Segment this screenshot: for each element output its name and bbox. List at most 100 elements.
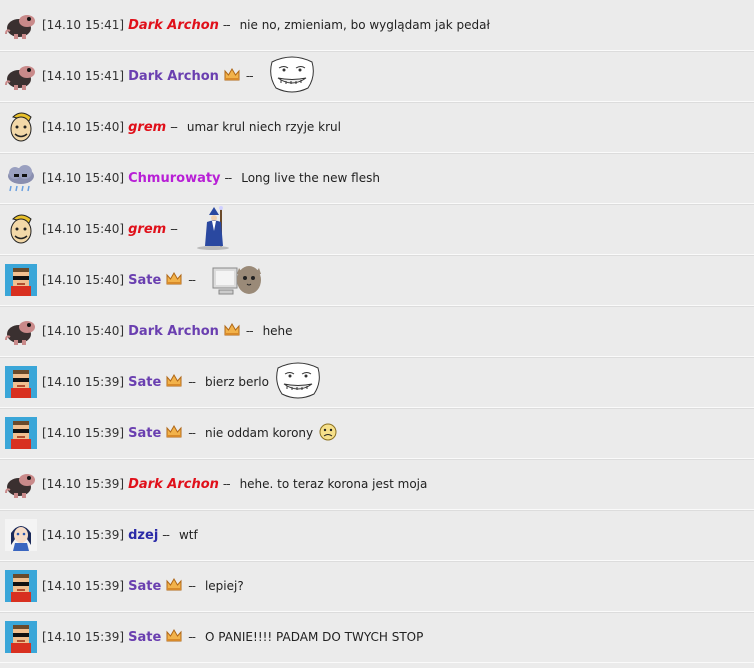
cloud-avatar[interactable] <box>5 162 37 194</box>
user-nick-link[interactable]: Dark Archon <box>128 324 219 339</box>
crown-icon <box>166 629 182 645</box>
message-text: nie oddam korony <box>204 426 314 440</box>
message-text: O PANIE!!!! PADAM DO TWYCH STOP <box>204 630 424 644</box>
pixel-sunglasses-avatar[interactable] <box>5 264 37 296</box>
message-text: wtf <box>178 528 198 542</box>
crown-icon <box>224 323 240 339</box>
message-timestamp: [14.10 15:40] <box>42 273 125 287</box>
worried-smiley-emote <box>319 423 337 444</box>
message-separator: -- <box>222 18 231 32</box>
message-line: [14.10 15:40] Chmurowaty -- Long live th… <box>42 153 380 203</box>
message-timestamp: [14.10 15:39] <box>42 579 125 593</box>
message-separator: -- <box>222 477 231 491</box>
message-text: hehe. to teraz korona jest moja <box>239 477 428 491</box>
message-separator: -- <box>162 528 170 542</box>
message-separator: -- <box>188 426 196 440</box>
message-text: nie no, zmieniam, bo wyglądam jak pedał <box>239 18 490 32</box>
message-timestamp: [14.10 15:39] <box>42 477 125 491</box>
message-line: [14.10 15:39] dzej -- wtf <box>42 510 198 560</box>
message-separator: -- <box>245 324 254 338</box>
user-nick-link[interactable]: Sate <box>128 630 161 645</box>
chat-log: [14.10 15:41] Dark Archon -- nie no, zmi… <box>0 0 754 663</box>
message-separator: -- <box>188 273 196 287</box>
mole-avatar[interactable] <box>5 9 37 41</box>
message-timestamp: [14.10 15:40] <box>42 120 125 134</box>
chat-message: [14.10 15:40] grem -- umar krul niech rz… <box>0 102 754 153</box>
user-nick-link[interactable]: Dark Archon <box>128 477 219 492</box>
chat-message: [14.10 15:40] grem -- <box>0 204 754 255</box>
pixel-sunglasses-avatar[interactable] <box>5 417 37 449</box>
message-timestamp: [14.10 15:40] <box>42 222 125 236</box>
chat-message: [14.10 15:40] Sate -- <box>0 255 754 306</box>
message-text: bierz berlo <box>204 375 269 389</box>
user-nick-link[interactable]: Sate <box>128 579 161 594</box>
message-line: [14.10 15:41] Dark Archon -- nie no, zmi… <box>42 0 490 50</box>
message-separator: -- <box>224 171 233 185</box>
message-text: hehe <box>262 324 293 338</box>
message-text: umar krul niech rzyje krul <box>186 120 341 134</box>
chat-message: [14.10 15:39] Dark Archon -- hehe. to te… <box>0 459 754 510</box>
message-line: [14.10 15:39] Dark Archon -- hehe. to te… <box>42 459 427 509</box>
user-nick-link[interactable]: Sate <box>128 426 161 441</box>
message-timestamp: [14.10 15:39] <box>42 426 125 440</box>
pixel-sunglasses-avatar[interactable] <box>5 570 37 602</box>
chat-message: [14.10 15:40] Chmurowaty -- Long live th… <box>0 153 754 204</box>
message-separator: -- <box>188 579 196 593</box>
message-separator: -- <box>188 630 196 644</box>
user-nick-link[interactable]: Chmurowaty <box>128 171 220 186</box>
message-separator: -- <box>170 222 178 236</box>
message-line: [14.10 15:40] grem -- <box>42 204 233 254</box>
user-nick-link[interactable]: Dark Archon <box>128 18 219 33</box>
message-timestamp: [14.10 15:39] <box>42 630 125 644</box>
troll-face-emote <box>275 362 321 403</box>
crown-icon <box>166 425 182 441</box>
mole-avatar[interactable] <box>5 315 37 347</box>
crown-icon <box>166 578 182 594</box>
chat-message: [14.10 15:39] Sate -- lepiej? <box>0 561 754 612</box>
troll-face-emote <box>269 56 315 97</box>
chat-message: [14.10 15:39] Sate -- O PANIE!!!! PADAM … <box>0 612 754 663</box>
message-timestamp: [14.10 15:41] <box>42 69 125 83</box>
user-nick-link[interactable]: grem <box>128 222 166 237</box>
message-text: Long live the new flesh <box>241 171 380 185</box>
crown-icon <box>224 68 240 84</box>
chat-message: [14.10 15:39] Sate -- nie oddam korony <box>0 408 754 459</box>
message-timestamp: [14.10 15:40] <box>42 324 125 338</box>
message-timestamp: [14.10 15:41] <box>42 18 125 32</box>
mole-avatar[interactable] <box>5 468 37 500</box>
cat-computer-emote <box>211 260 263 301</box>
message-timestamp: [14.10 15:39] <box>42 528 125 542</box>
user-nick-link[interactable]: dzej <box>128 528 158 543</box>
pixel-sunglasses-avatar[interactable] <box>5 366 37 398</box>
message-line: [14.10 15:40] Dark Archon -- hehe <box>42 306 293 356</box>
crown-icon <box>166 272 182 288</box>
vault-boy-avatar[interactable] <box>5 213 37 245</box>
vault-boy-avatar[interactable] <box>5 111 37 143</box>
pixel-sunglasses-avatar[interactable] <box>5 621 37 653</box>
crown-icon <box>166 374 182 390</box>
message-line: [14.10 15:40] Sate -- <box>42 255 263 305</box>
message-line: [14.10 15:39] Sate -- nie oddam korony <box>42 408 337 458</box>
message-text: lepiej? <box>204 579 244 593</box>
user-nick-link[interactable]: Sate <box>128 273 161 288</box>
chat-message: [14.10 15:39] dzej -- wtf <box>0 510 754 561</box>
mole-avatar[interactable] <box>5 60 37 92</box>
message-timestamp: [14.10 15:40] <box>42 171 125 185</box>
message-line: [14.10 15:39] Sate -- bierz berlo <box>42 357 321 407</box>
message-line: [14.10 15:40] grem -- umar krul niech rz… <box>42 102 341 152</box>
message-separator: -- <box>188 375 196 389</box>
message-timestamp: [14.10 15:39] <box>42 375 125 389</box>
chat-message: [14.10 15:39] Sate -- bierz berlo <box>0 357 754 408</box>
anime-girl-avatar[interactable] <box>5 519 37 551</box>
message-separator: -- <box>170 120 178 134</box>
user-nick-link[interactable]: grem <box>128 120 166 135</box>
message-line: [14.10 15:39] Sate -- lepiej? <box>42 561 244 611</box>
wizard-emote <box>193 205 233 254</box>
message-line: [14.10 15:39] Sate -- O PANIE!!!! PADAM … <box>42 612 423 662</box>
user-nick-link[interactable]: Dark Archon <box>128 69 219 84</box>
chat-message: [14.10 15:41] Dark Archon -- <box>0 51 754 102</box>
user-nick-link[interactable]: Sate <box>128 375 161 390</box>
chat-message: [14.10 15:40] Dark Archon -- hehe <box>0 306 754 357</box>
chat-message: [14.10 15:41] Dark Archon -- nie no, zmi… <box>0 0 754 51</box>
message-line: [14.10 15:41] Dark Archon -- <box>42 51 315 101</box>
